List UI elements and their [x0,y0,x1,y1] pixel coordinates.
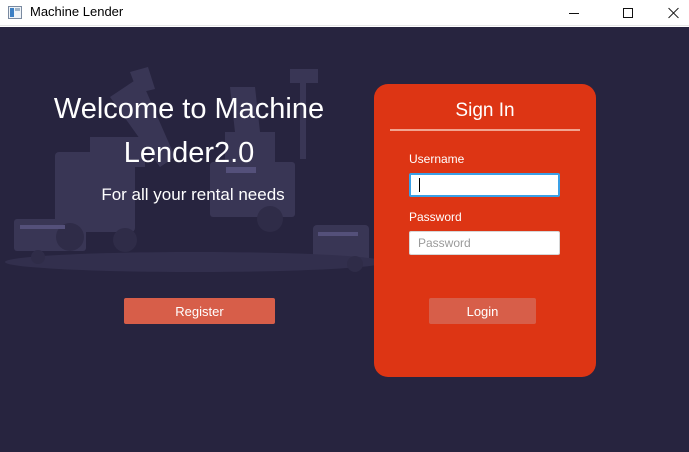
title-bar: Machine Lender [0,0,689,26]
window-title: Machine Lender [30,4,124,19]
login-button[interactable]: Login [429,298,536,324]
sign-in-card: Sign In Username Password Password Login [374,84,596,377]
app-window-icon [8,6,22,19]
password-placeholder: Password [418,236,471,250]
sign-in-title: Sign In [455,100,515,121]
password-label: Password [409,210,462,224]
close-button[interactable] [651,0,689,26]
sign-in-divider [390,129,580,131]
tagline: For all your rental needs [101,185,285,204]
username-label: Username [409,152,465,166]
maximize-button[interactable] [605,0,651,26]
close-icon [668,7,680,19]
register-button-label: Register [175,303,224,319]
text-caret [419,178,420,192]
welcome-line-2: Lender2.0 [123,137,255,169]
maximize-icon [623,8,633,18]
password-field[interactable]: Password [409,231,560,255]
welcome-line-1: Welcome to Machine [53,93,325,125]
login-button-label: Login [466,303,499,319]
register-button[interactable]: Register [124,298,275,324]
main-content: Welcome to Machine Lender2.0 For all you… [0,27,689,452]
welcome-heading: Welcome to Machine Lender2.0 [30,87,348,175]
username-field[interactable] [409,173,560,197]
minimize-button[interactable] [551,0,597,26]
minimize-icon [569,12,579,14]
